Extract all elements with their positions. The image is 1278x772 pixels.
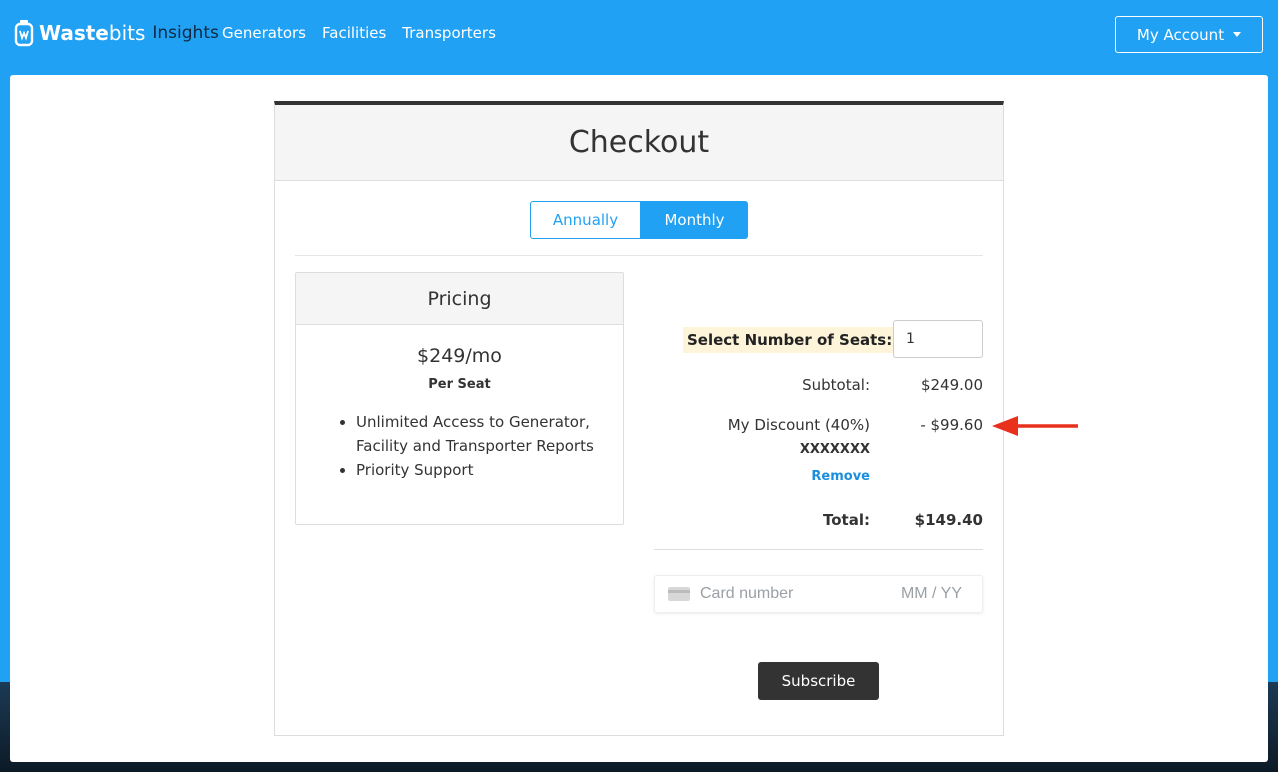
divider (295, 255, 983, 256)
discount-code: XXXXXXX (799, 442, 870, 457)
caret-down-icon (1233, 32, 1242, 37)
my-account-label: My Account (1136, 25, 1225, 44)
total-label: Total: (823, 511, 870, 529)
card-number-placeholder: Card number (700, 585, 794, 602)
nav-link-generators[interactable]: Generators (222, 24, 306, 42)
wastebits-logo-icon (14, 20, 34, 47)
annotation-arrow-icon (992, 416, 1078, 436)
card-input-field[interactable]: Card number MM / YY (654, 575, 983, 613)
subscribe-button[interactable]: Subscribe (758, 662, 879, 700)
credit-card-icon (668, 587, 690, 601)
brand-logo[interactable]: Wastebits Insights (14, 19, 219, 47)
remove-discount-link[interactable]: Remove (795, 469, 870, 484)
brand-name: Wastebits (39, 21, 146, 45)
feature-item: Unlimited Access to Generator, Facility … (356, 410, 623, 458)
brand-subtitle: Insights (152, 23, 219, 43)
toggle-annually[interactable]: Annually (530, 201, 641, 239)
my-account-dropdown[interactable]: My Account (1115, 16, 1263, 53)
total-value: $149.40 (914, 511, 983, 529)
discount-label: My Discount (40%) (727, 416, 870, 434)
discount-value: - $99.60 (920, 416, 983, 434)
checkout-card: Checkout Annually Monthly Pricing $249/m… (274, 101, 1004, 736)
expiry-placeholder: MM / YY (900, 585, 962, 602)
feature-item: Priority Support (356, 458, 623, 482)
pricing-heading: Pricing (296, 273, 623, 325)
pricing-panel: Pricing $249/mo Per Seat Unlimited Acces… (295, 272, 624, 525)
seats-label: Select Number of Seats: (683, 327, 897, 353)
divider (654, 549, 983, 550)
nav-link-facilities[interactable]: Facilities (322, 24, 386, 42)
price-unit: Per Seat (428, 377, 491, 392)
billing-period-toggle: Annually Monthly (530, 201, 748, 239)
feature-list: Unlimited Access to Generator, Facility … (356, 410, 623, 482)
checkout-header: Checkout (275, 105, 1003, 181)
seats-input[interactable] (893, 320, 983, 358)
nav-link-transporters[interactable]: Transporters (402, 24, 496, 42)
subtotal-value: $249.00 (920, 376, 983, 394)
page-title: Checkout (568, 125, 710, 160)
nav-links: Generators Facilities Transporters (222, 24, 512, 42)
top-navbar: Wastebits Insights Generators Facilities… (0, 0, 1278, 70)
subtotal-label: Subtotal: (802, 376, 870, 394)
price-per-month: $249/mo (417, 345, 502, 367)
toggle-monthly[interactable]: Monthly (641, 201, 748, 239)
